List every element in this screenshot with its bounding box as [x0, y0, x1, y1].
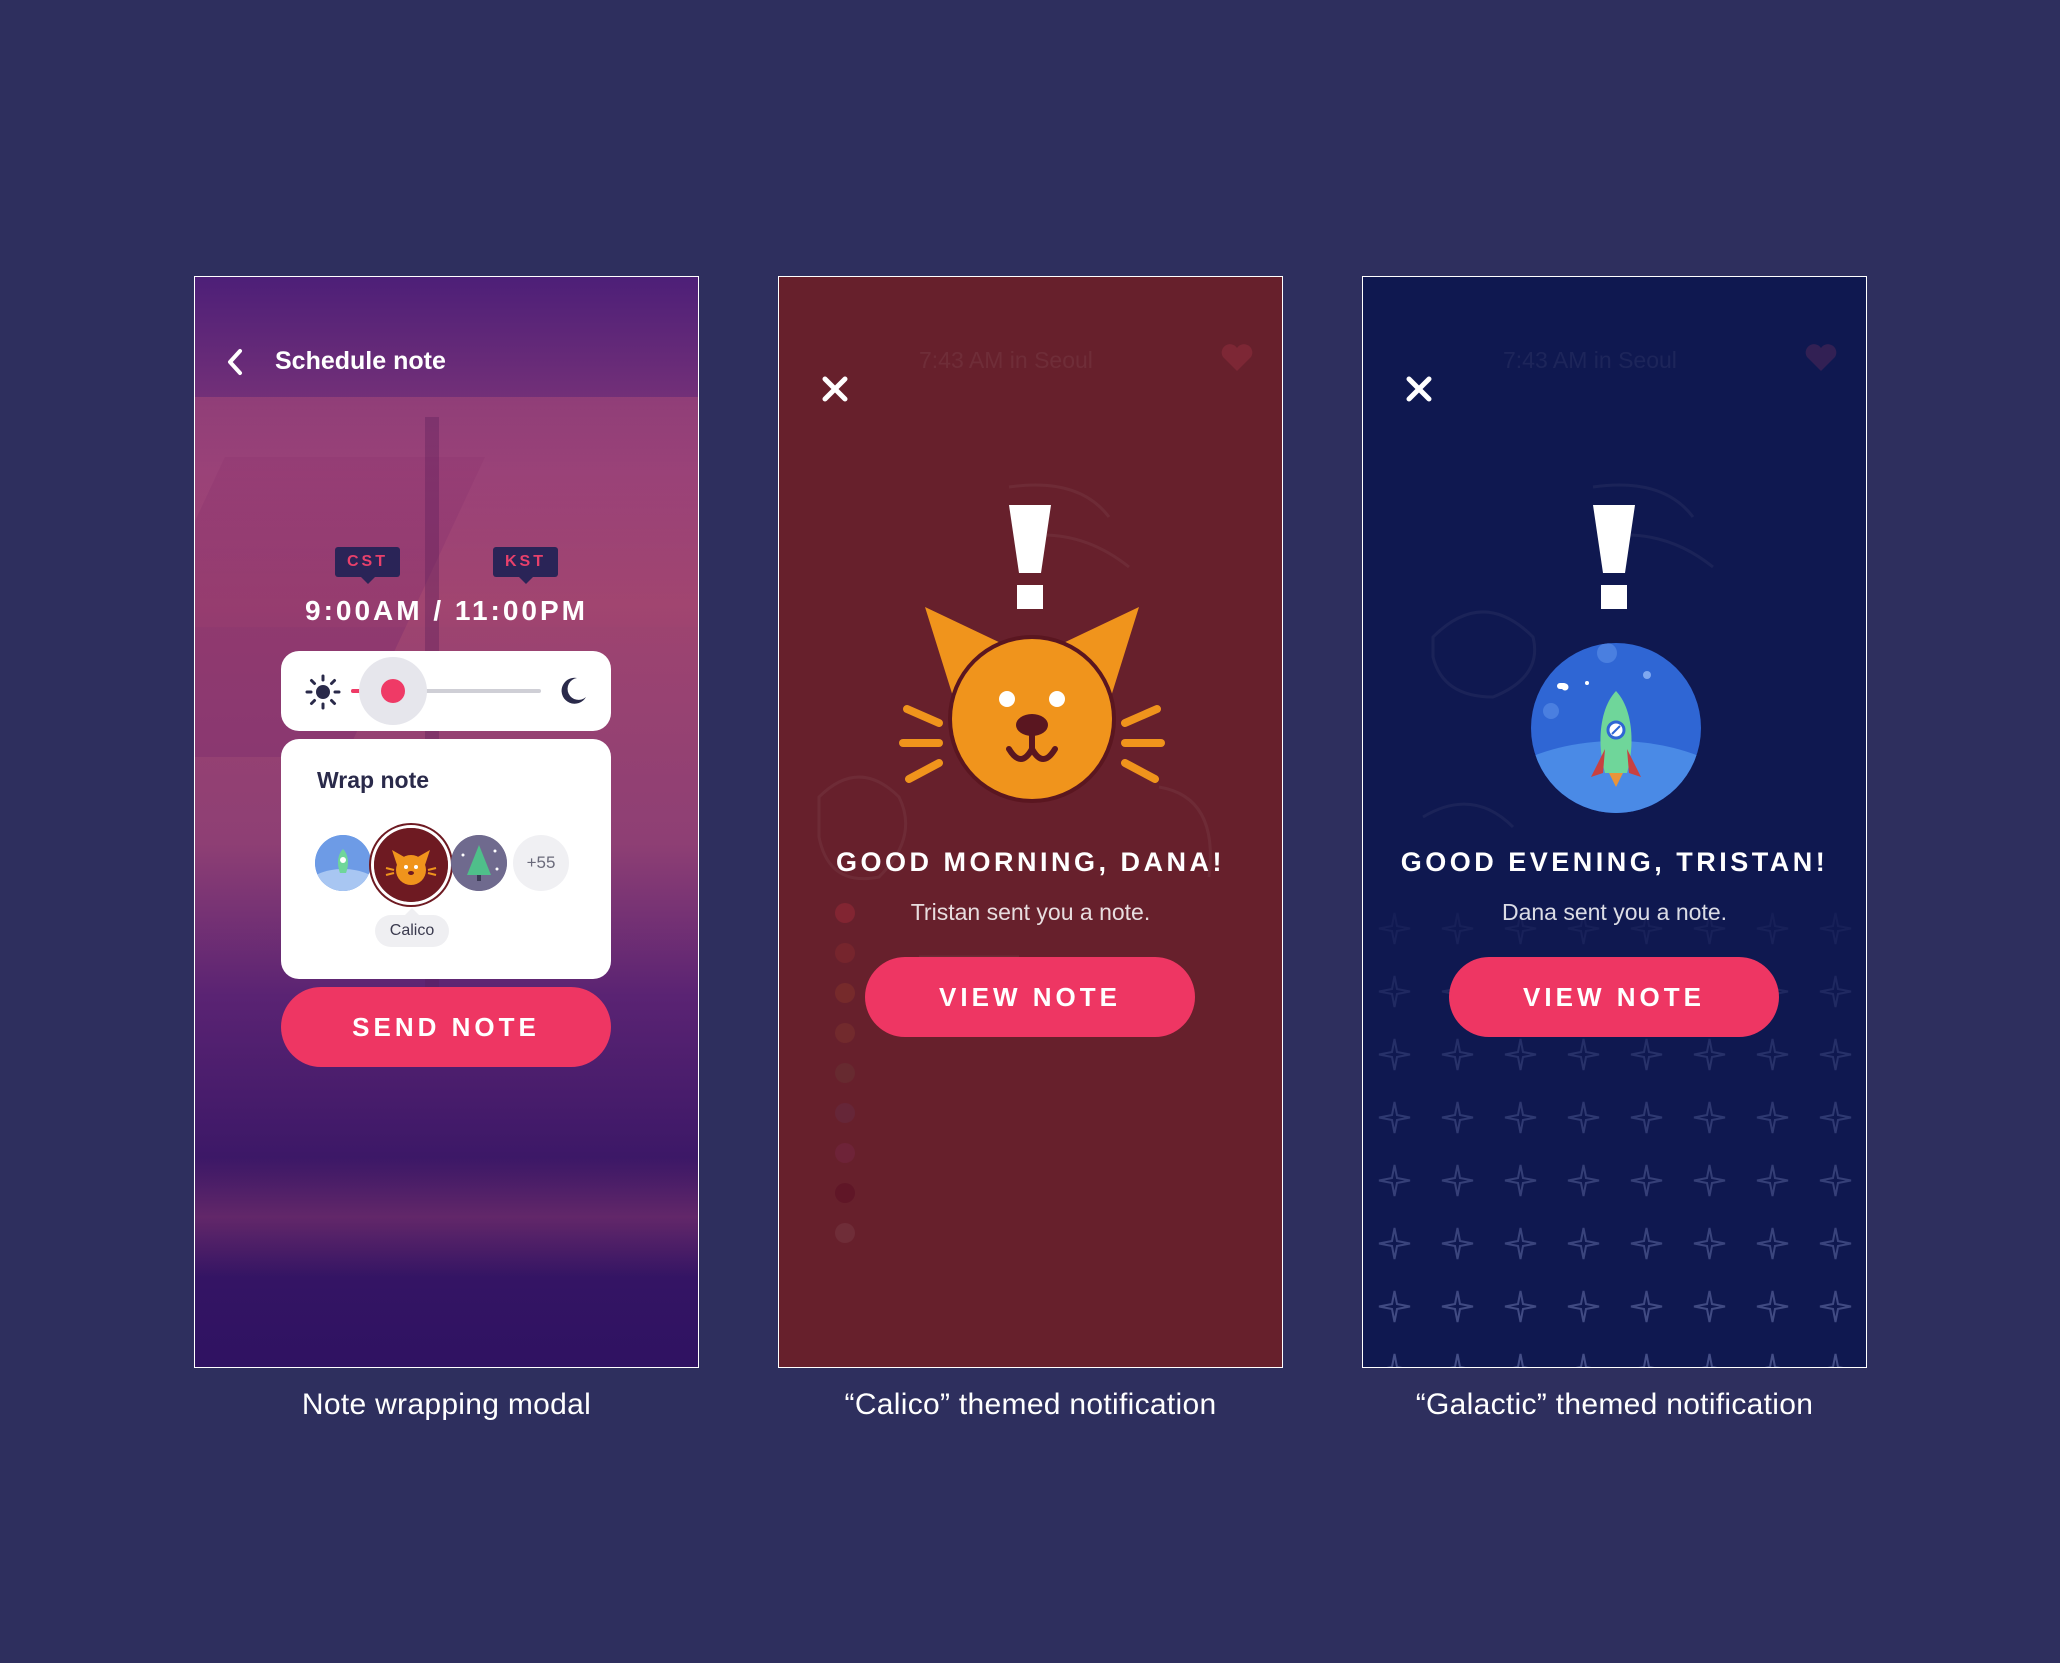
- close-icon[interactable]: [821, 375, 849, 408]
- timezone-tag-kst: KST: [493, 547, 558, 584]
- wrap-note-title: Wrap note: [317, 767, 430, 793]
- calico-notification-screen: 7:43 AM in Seoul GOOD MORNING, DANA! Tri…: [778, 276, 1283, 1368]
- heart-icon: [1220, 343, 1254, 378]
- status-text: 7:43 AM in Seoul: [919, 347, 1093, 373]
- background-blur: [195, 397, 698, 627]
- wrap-option-galactic[interactable]: [315, 835, 371, 891]
- tree-icon: [451, 835, 507, 891]
- scheduled-time: 9:00AM / 11:00PM: [305, 595, 588, 626]
- moon-icon: [557, 675, 589, 712]
- exclamation-icon: [1593, 505, 1635, 609]
- more-wraps-badge[interactable]: +55: [513, 835, 569, 891]
- timezone-tag-cst: CST: [335, 547, 400, 584]
- note-sender-text: Dana sent you a note.: [1501, 899, 1728, 925]
- rocket-icon: [315, 835, 371, 891]
- exclamation-icon: [1009, 505, 1051, 609]
- sun-icon: [305, 674, 341, 715]
- note-wrapping-modal-screen: Schedule note CST KST 9:00AM / 11:00PM W…: [194, 276, 699, 1368]
- caption-note-wrapping-modal: Note wrapping modal: [301, 1388, 592, 1421]
- time-slider-thumb[interactable]: [380, 679, 405, 703]
- page-title: Schedule note: [275, 347, 446, 375]
- wrap-option-forest[interactable]: [451, 835, 507, 891]
- greeting-text: GOOD MORNING, DANA!: [836, 847, 1225, 877]
- status-text: 7:43 AM in Seoul: [1503, 347, 1677, 373]
- wrap-note-card: Wrap note +55 Calico: [281, 739, 611, 979]
- back-arrow-icon[interactable]: [225, 348, 245, 376]
- heart-icon: [1804, 343, 1838, 378]
- time-slider-card: [281, 651, 611, 731]
- caption-calico-notification: “Calico” themed notification: [844, 1388, 1217, 1421]
- cat-icon: [374, 828, 448, 902]
- send-note-button[interactable]: SEND NOTE: [281, 987, 611, 1067]
- header: Schedule note: [225, 347, 446, 376]
- selected-wrap-label: Calico: [375, 908, 449, 947]
- caption-galactic-notification: “Galactic” themed notification: [1415, 1388, 1814, 1421]
- background-blur: [195, 1157, 698, 1277]
- greeting-text: GOOD EVENING, TRISTAN!: [1400, 847, 1829, 877]
- color-dots: [833, 901, 857, 1326]
- galactic-rocket-icon: [1531, 643, 1701, 813]
- calico-cat-icon: [899, 607, 1165, 803]
- view-note-button[interactable]: VIEW NOTE: [1449, 957, 1779, 1037]
- note-sender-text: Tristan sent you a note.: [910, 899, 1151, 925]
- view-note-button[interactable]: VIEW NOTE: [865, 957, 1195, 1037]
- wrap-option-calico[interactable]: [371, 825, 451, 905]
- galactic-notification-screen: 7:43 AM in Seoul GOOD EVENING, TRISTAN! …: [1362, 276, 1867, 1368]
- close-icon[interactable]: [1405, 375, 1433, 408]
